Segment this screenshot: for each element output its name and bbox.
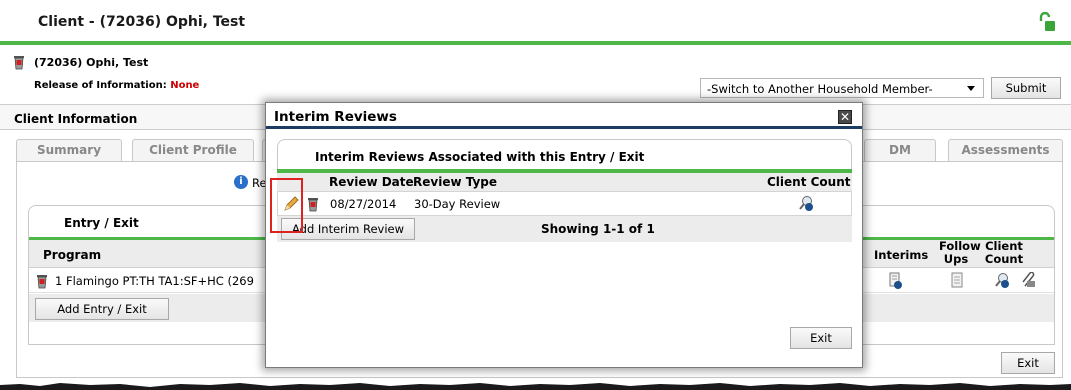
- column-review-type: Review Type: [413, 175, 498, 189]
- exit-button[interactable]: Exit: [1001, 352, 1055, 374]
- roi-value: None: [170, 80, 200, 91]
- tab-summary[interactable]: Summary: [16, 139, 122, 161]
- client-summary: (72036) Ophi, Test Release of Informatio…: [0, 45, 1071, 103]
- table-row: 08/27/2014 30-Day Review: [277, 191, 852, 216]
- interim-reviews-panel: Interim Reviews Associated with this Ent…: [277, 139, 852, 249]
- column-interims: Interims: [874, 248, 929, 262]
- dialog-title: Interim Reviews: [274, 109, 397, 125]
- panel-header: Interim Reviews Associated with this Ent…: [277, 139, 852, 171]
- trash-icon[interactable]: [306, 196, 320, 212]
- dialog-exit-button[interactable]: Exit: [790, 327, 852, 349]
- trash-icon[interactable]: [35, 273, 49, 289]
- tab-assessments[interactable]: Assessments: [948, 139, 1063, 161]
- add-entry-exit-button[interactable]: Add Entry / Exit: [35, 298, 169, 320]
- column-follow-ups: Follow Ups: [939, 239, 981, 266]
- info-icon: i: [234, 175, 248, 189]
- unlock-icon[interactable]: [1038, 12, 1056, 32]
- follow-ups-icon[interactable]: [951, 272, 963, 288]
- column-review-date: Review Date: [329, 175, 414, 189]
- client-count-icon[interactable]: [798, 195, 814, 211]
- client-count-icon[interactable]: [994, 272, 1010, 288]
- interim-reviews-dialog: Interim Reviews ✕ Interim Reviews Associ…: [265, 102, 863, 368]
- pagination-status: Showing 1-1 of 1: [541, 222, 655, 236]
- review-type: 30-Day Review: [414, 197, 501, 211]
- release-of-information: Release of Information: None: [34, 80, 199, 91]
- panel-title: Interim Reviews Associated with this Ent…: [315, 150, 645, 164]
- interims-icon[interactable]: [889, 272, 903, 290]
- page-header: Client - (72036) Ophi, Test: [0, 0, 1071, 44]
- trash-icon[interactable]: [12, 54, 26, 70]
- page-title: Client - (72036) Ophi, Test: [38, 14, 246, 30]
- submit-button[interactable]: Submit: [991, 77, 1061, 99]
- switch-member-select[interactable]: -Switch to Another Household Member-: [700, 78, 984, 98]
- torn-edge: [0, 383, 1071, 390]
- close-icon[interactable]: ✕: [838, 110, 852, 124]
- tab-client-profile[interactable]: Client Profile: [132, 139, 254, 161]
- roi-label: Release of Information:: [34, 80, 167, 91]
- edit-highlight: [270, 178, 303, 233]
- tab-dm[interactable]: DM: [864, 139, 936, 161]
- review-date: 08/27/2014: [330, 197, 397, 211]
- section-title: Client Information: [14, 112, 138, 126]
- entry-exit-title: Entry / Exit: [64, 216, 139, 230]
- client-name: (72036) Ophi, Test: [34, 56, 149, 69]
- panel-column-header: Review Date Review Type Client Count: [277, 173, 852, 191]
- attachment-icon[interactable]: [1021, 272, 1037, 288]
- column-client-count: Client Count: [767, 175, 851, 189]
- dialog-title-bar: [266, 126, 862, 129]
- program-name[interactable]: 1 Flamingo PT:TH TA1:SF+HC (269: [55, 274, 254, 288]
- panel-footer: Add Interim Review Showing 1-1 of 1: [277, 216, 852, 242]
- column-program: Program: [43, 248, 102, 262]
- column-client-count: Client Count: [984, 239, 1024, 266]
- switch-member-value: -Switch to Another Household Member-: [707, 82, 933, 96]
- chevron-down-icon: [967, 86, 975, 91]
